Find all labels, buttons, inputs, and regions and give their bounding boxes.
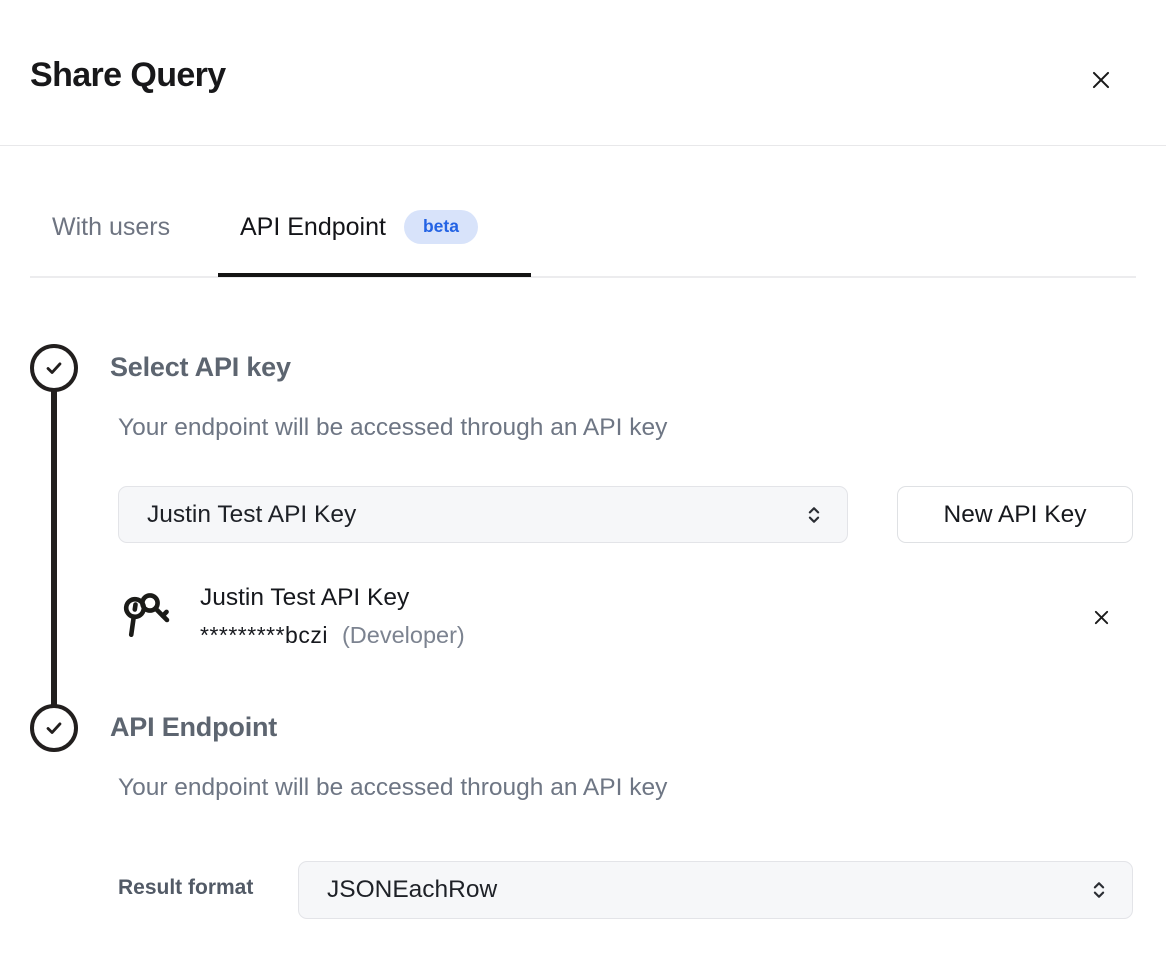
selected-key-masked-value: *********bczi (200, 622, 328, 649)
share-query-modal: Share Query With users API Endpoint beta… (0, 0, 1166, 954)
result-format-select-value: JSONEachRow (327, 876, 497, 904)
result-format-select[interactable]: JSONEachRow (298, 861, 1133, 919)
header-divider (0, 145, 1166, 146)
selected-key-name: Justin Test API Key (200, 584, 409, 612)
tab-api-endpoint-label: API Endpoint (240, 213, 386, 242)
page-title: Share Query (30, 56, 226, 95)
tab-api-endpoint[interactable]: API Endpoint beta (240, 205, 478, 249)
step2-heading: API Endpoint (110, 712, 277, 743)
new-api-key-button-label: New API Key (944, 501, 1087, 529)
selected-key-role: (Developer) (342, 622, 465, 649)
check-circle-icon (41, 715, 67, 741)
selected-key-details: *********bczi (Developer) (200, 622, 465, 649)
step1-description: Your endpoint will be accessed through a… (118, 414, 667, 442)
step2-status (30, 704, 78, 752)
remove-key-button[interactable] (1086, 602, 1116, 632)
api-key-select[interactable]: Justin Test API Key (118, 486, 848, 543)
check-circle-icon (41, 355, 67, 381)
close-button[interactable] (1083, 62, 1119, 98)
tabs-divider (30, 276, 1136, 278)
api-key-select-value: Justin Test API Key (147, 501, 356, 529)
step2-description: Your endpoint will be accessed through a… (118, 774, 667, 802)
keys-icon (116, 584, 172, 651)
chevron-up-down-icon (801, 502, 827, 528)
result-format-label: Result format (118, 876, 253, 900)
active-tab-underline (218, 273, 531, 277)
step1-heading: Select API key (110, 352, 291, 383)
stepper-connector-line (51, 368, 57, 728)
new-api-key-button[interactable]: New API Key (897, 486, 1133, 543)
chevron-up-down-icon (1086, 877, 1112, 903)
tab-with-users[interactable]: With users (52, 205, 170, 249)
close-icon (1088, 67, 1114, 93)
tab-with-users-label: With users (52, 213, 170, 242)
x-icon (1091, 607, 1112, 628)
step1-status (30, 344, 78, 392)
beta-badge: beta (404, 210, 478, 244)
